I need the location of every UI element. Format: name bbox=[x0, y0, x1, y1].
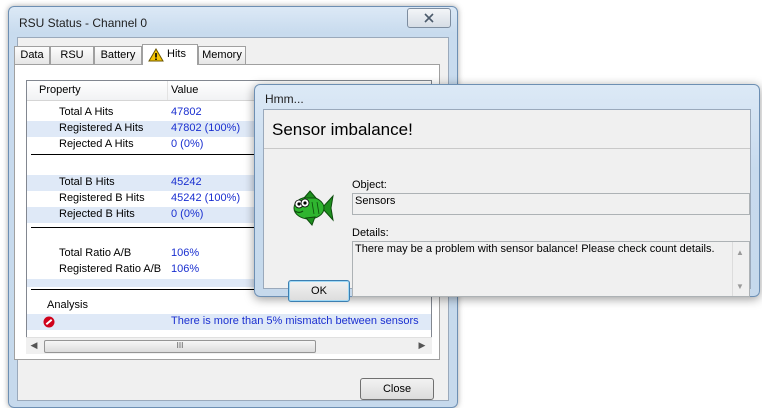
row-property: Registered B Hits bbox=[59, 192, 145, 204]
scroll-thumb[interactable]: III bbox=[44, 340, 316, 353]
tab-battery[interactable]: Battery bbox=[94, 46, 142, 64]
column-header-value[interactable]: Value bbox=[171, 84, 198, 96]
row-value: There is more than 5% mismatch between s… bbox=[171, 315, 419, 327]
details-field[interactable]: There may be a problem with sensor balan… bbox=[352, 241, 750, 297]
warning-icon bbox=[148, 48, 164, 62]
column-header-property[interactable]: Property bbox=[39, 84, 81, 96]
fish-icon bbox=[293, 190, 334, 226]
row-property: Total A Hits bbox=[59, 106, 114, 118]
tab-rsu[interactable]: RSU bbox=[50, 46, 94, 64]
dialog-client-area: Sensor imbalance! Object: Sensors Detail… bbox=[263, 109, 751, 302]
dialog-heading: Sensor imbalance! bbox=[272, 120, 413, 139]
scroll-down-icon[interactable]: ▼ bbox=[736, 282, 744, 291]
tab-hits[interactable]: Hits bbox=[142, 44, 198, 65]
scroll-left-icon[interactable]: ◀ bbox=[28, 340, 40, 351]
column-divider[interactable] bbox=[167, 81, 168, 100]
row-property: Registered A Hits bbox=[59, 122, 144, 134]
table-row[interactable]: Analysis bbox=[27, 298, 431, 314]
close-button[interactable]: Close bbox=[360, 378, 434, 400]
dialog-title: Hmm... bbox=[265, 92, 304, 106]
tab-data[interactable]: Data bbox=[14, 46, 50, 64]
row-value: 0 (0%) bbox=[171, 138, 204, 150]
row-value: 106% bbox=[171, 247, 200, 259]
row-value: 45242 bbox=[171, 176, 202, 188]
window-title: RSU Status - Channel 0 bbox=[19, 16, 148, 30]
ok-button[interactable]: OK bbox=[288, 280, 350, 302]
tab-memory[interactable]: Memory bbox=[198, 46, 246, 64]
row-value: 45242 (100%) bbox=[171, 192, 241, 204]
row-property: Total Ratio A/B bbox=[59, 247, 132, 259]
row-value: 47802 bbox=[171, 106, 202, 118]
horizontal-scrollbar[interactable]: ◀ III ▶ bbox=[26, 337, 432, 354]
details-text: There may be a problem with sensor balan… bbox=[355, 243, 715, 255]
scroll-up-icon[interactable]: ▲ bbox=[736, 248, 744, 257]
details-label: Details: bbox=[352, 227, 389, 239]
hmm-dialog: Hmm... Sensor imbalance! Object: Sensors… bbox=[254, 84, 760, 302]
object-field[interactable]: Sensors bbox=[352, 193, 750, 215]
row-value: 47802 (100%) bbox=[171, 122, 241, 134]
row-property: Rejected A Hits bbox=[59, 138, 134, 150]
table-row[interactable]: There is more than 5% mismatch between s… bbox=[27, 314, 431, 330]
row-property: Analysis bbox=[47, 299, 88, 311]
details-scrollbar[interactable]: ▲ ▼ bbox=[732, 242, 749, 296]
scroll-right-icon[interactable]: ▶ bbox=[416, 340, 428, 351]
object-label: Object: bbox=[352, 179, 387, 191]
window-close-button[interactable] bbox=[407, 8, 451, 28]
row-value: 106% bbox=[171, 263, 200, 275]
row-value: 0 (0%) bbox=[171, 208, 204, 220]
error-icon bbox=[43, 316, 55, 328]
close-icon bbox=[424, 13, 434, 23]
dialog-divider bbox=[264, 148, 750, 149]
row-property: Total B Hits bbox=[59, 176, 115, 188]
tab-hits-label: Hits bbox=[167, 48, 186, 60]
row-property: Registered Ratio A/B bbox=[59, 263, 162, 275]
row-property: Rejected B Hits bbox=[59, 208, 135, 220]
